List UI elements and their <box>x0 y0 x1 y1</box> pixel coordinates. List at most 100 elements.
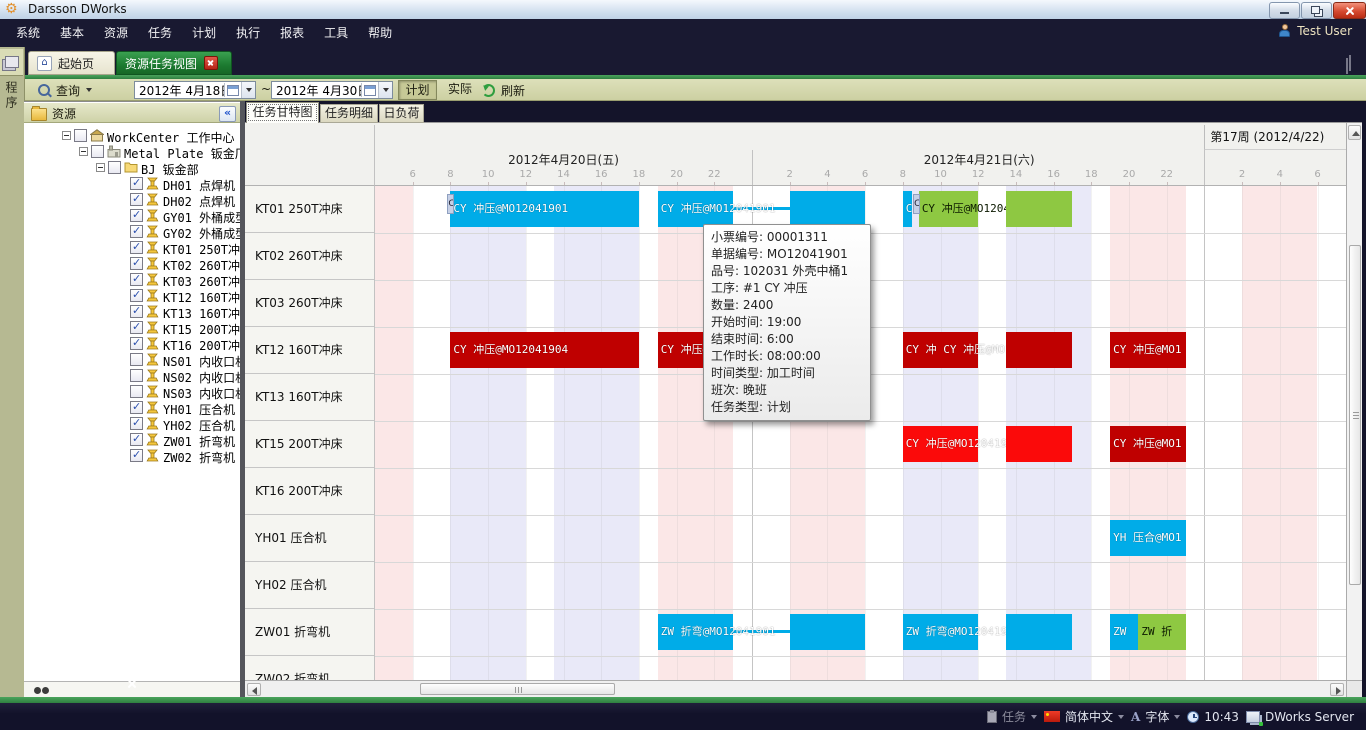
tree-expander-icon[interactable] <box>62 131 71 140</box>
actual-toggle-button[interactable]: 实际 <box>442 80 478 100</box>
status-task-dropdown[interactable]: 任务 <box>987 708 1037 725</box>
tree-checkbox[interactable] <box>130 401 143 414</box>
tree-expander-icon[interactable] <box>79 147 88 156</box>
collapse-panel-button[interactable]: « <box>219 106 236 122</box>
tab-resource-task-view[interactable]: 资源任务视图 <box>116 51 232 75</box>
tree-checkbox[interactable] <box>108 161 121 174</box>
task-bar[interactable]: CY 冲 CY 冲压@MO12041904 <box>903 332 978 368</box>
tree-checkbox[interactable] <box>130 353 143 366</box>
status-language-dropdown[interactable]: 简体中文 <box>1044 708 1124 725</box>
menu-item-5[interactable]: 执行 <box>226 20 270 46</box>
tree-item[interactable]: GY01 外桶成型机 <box>24 208 240 224</box>
tree-checkbox[interactable] <box>130 321 143 334</box>
calendar-icon[interactable] <box>224 83 241 97</box>
task-bar[interactable] <box>1006 614 1072 650</box>
tree-checkbox[interactable] <box>130 225 143 238</box>
horizontal-scroll-thumb[interactable] <box>420 683 615 695</box>
menu-item-0[interactable]: 系统 <box>6 20 50 46</box>
task-bar[interactable] <box>1006 426 1072 462</box>
task-bar[interactable] <box>790 614 865 650</box>
tree-item[interactable]: YH02 压合机 <box>24 416 240 432</box>
task-bar[interactable]: ZW 折弯@MO12041901 <box>903 614 978 650</box>
tree-checkbox[interactable] <box>130 305 143 318</box>
task-bar[interactable]: CY 冲压@MO12041902 <box>919 191 978 227</box>
task-bar[interactable]: ZW 折弯@MO12041901 <box>658 614 733 650</box>
menu-item-8[interactable]: 帮助 <box>358 20 402 46</box>
tree-item[interactable]: KT13 160T冲床 <box>24 304 240 320</box>
minimize-button[interactable] <box>1269 2 1300 19</box>
query-dropdown-icon[interactable] <box>86 88 92 92</box>
scroll-right-button[interactable] <box>1330 683 1344 696</box>
tree-item[interactable]: NS02 内收口机 <box>24 368 240 384</box>
task-bar[interactable]: CY 冲压@MO12041901 <box>658 191 733 227</box>
scroll-up-button[interactable] <box>1348 125 1361 140</box>
tree-checkbox[interactable] <box>130 193 143 206</box>
gantt-tab-1[interactable]: 任务明细 <box>320 104 378 123</box>
horizontal-scrollbar[interactable] <box>245 680 1346 697</box>
calendar-icon[interactable] <box>361 83 378 97</box>
task-bar[interactable] <box>1006 191 1072 227</box>
tree-item[interactable]: KT02 260T冲床 <box>24 256 240 272</box>
tab-home-page[interactable]: ⌂ 起始页 <box>28 51 115 75</box>
window-list-icon[interactable] <box>1349 55 1351 71</box>
menu-item-7[interactable]: 工具 <box>314 20 358 46</box>
menu-item-1[interactable]: 基本 <box>50 20 94 46</box>
tab-close-icon[interactable] <box>204 56 218 70</box>
tree-checkbox[interactable] <box>130 449 143 462</box>
tree-item[interactable]: KT15 200T冲床 <box>24 320 240 336</box>
tree-checkbox[interactable] <box>91 145 104 158</box>
menu-item-3[interactable]: 任务 <box>138 20 182 46</box>
tree-checkbox[interactable] <box>130 369 143 382</box>
tree-checkbox[interactable] <box>130 209 143 222</box>
tree-checkbox[interactable] <box>130 289 143 302</box>
tree-item[interactable]: NS01 内收口机 <box>24 352 240 368</box>
task-bar[interactable]: ZW <box>1110 614 1138 650</box>
tree-item[interactable]: NS03 内收口机 <box>24 384 240 400</box>
task-bar[interactable]: CY 冲压@MO1 <box>1110 426 1185 462</box>
status-font-dropdown[interactable]: A 字体 <box>1131 708 1180 725</box>
tree-item[interactable]: ZW01 折弯机 <box>24 432 240 448</box>
task-bar[interactable] <box>1006 332 1072 368</box>
tree-checkbox[interactable] <box>130 385 143 398</box>
tree-item[interactable]: DH02 点焊机 <box>24 192 240 208</box>
tree-checkbox[interactable] <box>130 433 143 446</box>
clear-icon[interactable] <box>126 678 138 690</box>
task-bar[interactable]: ZW 折 <box>1138 614 1185 650</box>
tree-item[interactable]: YH01 压合机 <box>24 400 240 416</box>
task-tag[interactable]: C <box>913 194 920 214</box>
menu-item-6[interactable]: 报表 <box>270 20 314 46</box>
tree-checkbox[interactable] <box>130 337 143 350</box>
tree-checkbox[interactable] <box>130 241 143 254</box>
task-bar[interactable]: CY 冲压@MO12041903 <box>903 426 978 462</box>
tree-checkbox[interactable] <box>130 273 143 286</box>
task-bar[interactable]: CY 冲压@MO12041901 <box>450 191 639 227</box>
restore-button[interactable] <box>1301 2 1332 19</box>
tree-item[interactable]: KT16 200T冲床 <box>24 336 240 352</box>
tree-checkbox[interactable] <box>130 257 143 270</box>
tree-checkbox[interactable] <box>130 417 143 430</box>
task-bar[interactable]: CY 冲压@MO12041904 <box>450 332 639 368</box>
close-button[interactable] <box>1333 2 1366 19</box>
refresh-button[interactable]: 刷新 <box>482 80 525 100</box>
date-to-dropdown-icon[interactable] <box>378 82 392 98</box>
date-from-dropdown-icon[interactable] <box>241 82 255 98</box>
tree-item[interactable]: WorkCenter 工作中心 <box>24 128 240 144</box>
tree-item[interactable]: KT01 250T冲床 <box>24 240 240 256</box>
date-to-input[interactable]: 2012年 4月30日 <box>271 81 393 99</box>
panel-tile[interactable] <box>0 49 23 76</box>
gantt-tab-0[interactable]: 任务甘特图 <box>246 102 319 123</box>
tree-item[interactable]: ZW02 折弯机 <box>24 448 240 464</box>
program-panel-label[interactable]: 程序 <box>3 81 20 111</box>
task-tag[interactable]: C <box>447 194 454 214</box>
tree-item[interactable]: BJ 钣金部 <box>24 160 240 176</box>
scroll-left-button[interactable] <box>247 683 261 696</box>
menu-item-2[interactable]: 资源 <box>94 20 138 46</box>
tree-item[interactable]: GY02 外桶成型机 <box>24 224 240 240</box>
gantt-tab-2[interactable]: 日负荷 <box>379 104 424 123</box>
tree-item[interactable]: KT12 160T冲床 <box>24 288 240 304</box>
task-bar[interactable]: YH 压合@MO1 <box>1110 520 1185 556</box>
task-bar[interactable]: C <box>903 191 912 227</box>
plan-toggle-button[interactable]: 计划 <box>398 80 437 100</box>
tree-checkbox[interactable] <box>74 129 87 142</box>
vertical-scroll-thumb[interactable] <box>1349 245 1361 585</box>
